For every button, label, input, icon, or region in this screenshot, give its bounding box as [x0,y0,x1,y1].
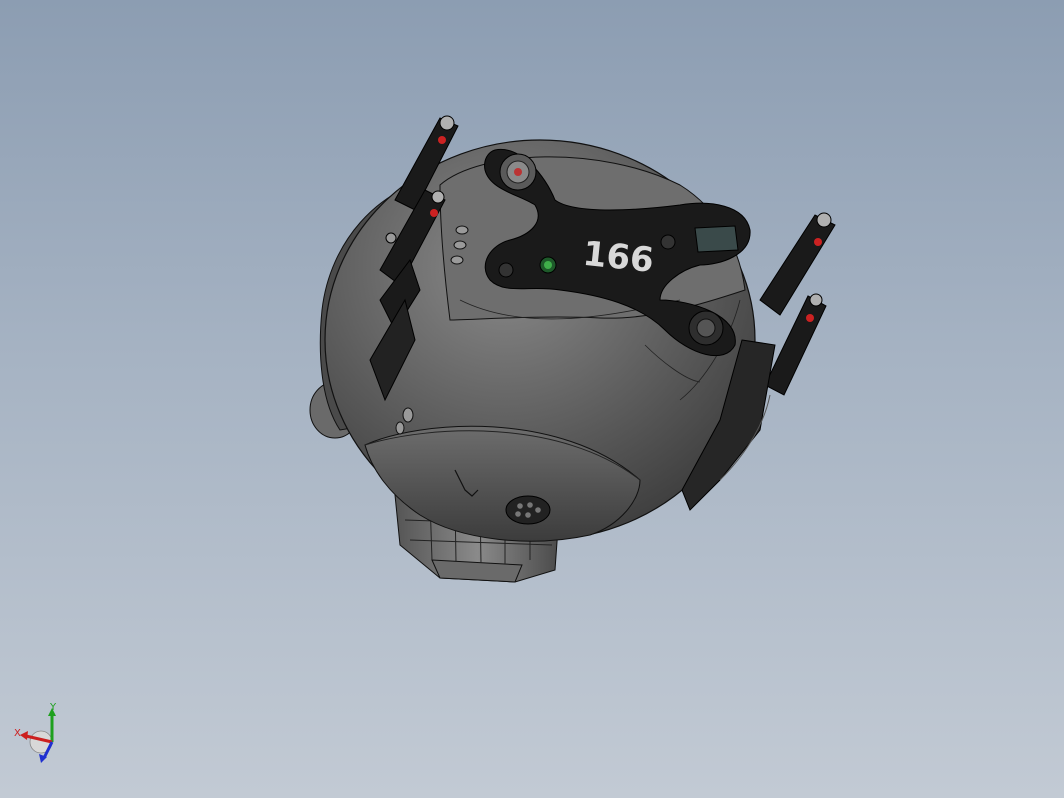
x-axis-label: X [14,728,21,739]
speaker-grille [505,495,551,525]
coordinate-triad: Y X [14,702,57,763]
drone-model[interactable]: 166 [0,0,1064,798]
3d-viewport[interactable]: 166 Y X [0,0,1064,798]
unit-number-label: 166 [581,234,656,281]
y-axis-label: Y [49,702,57,713]
